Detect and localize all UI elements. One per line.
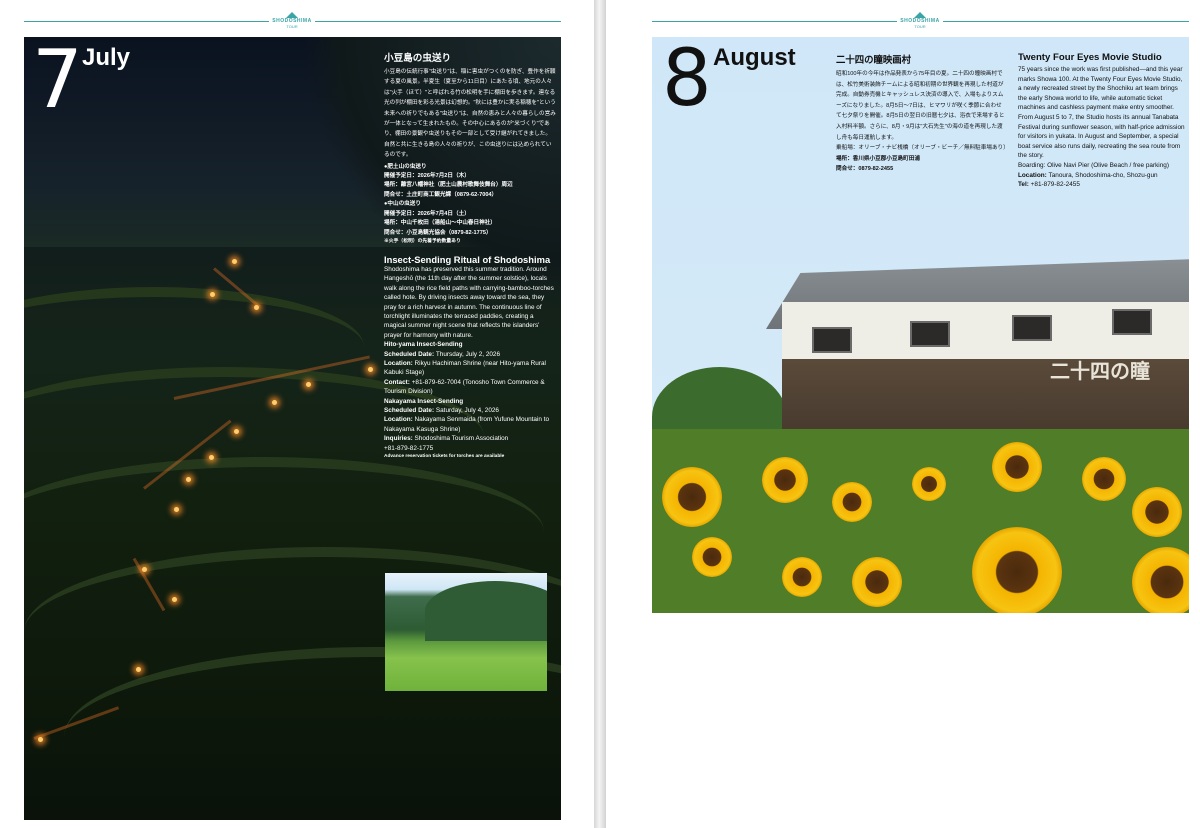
en-event-line: Location: Rikyu Hachiman Shrine (near Hi… <box>384 359 546 377</box>
august-article-jp: 二十四の瞳映画村 昭和100年の今年は作品発表から75年目の夏。二十四の瞳映画村… <box>836 52 1009 175</box>
en-title: Insect-Sending Ritual of Shodoshima <box>384 253 551 265</box>
en-event-line: Scheduled Date: Saturday, July 4, 2026 <box>384 407 499 414</box>
en-event-line: Location: Nakayama Senmaida (from Yufune… <box>384 416 550 433</box>
en-note: Advance reservation tickets for torches … <box>384 454 505 460</box>
en-event-line: +81-879-82-1775 <box>384 444 434 452</box>
month-name: August <box>713 44 796 71</box>
jp-event-line: 場所：離宮八幡神社（肥土山農村歌舞伎舞台）周辺 <box>384 182 513 189</box>
en-body: 75 years since the work was first publis… <box>1018 66 1183 112</box>
jp-contact: 問合せ：0879-82-2455 <box>836 166 894 173</box>
header-rule: SHODOSHIMA TOUR <box>652 12 1189 34</box>
august-article-en: Twenty Four Eyes Movie Studio 75 years s… <box>1018 52 1186 190</box>
en-events: Hito-yama Insect-Sending Scheduled Date:… <box>384 340 556 453</box>
jp-event-line: 問合せ：土庄町商工観光課（0879-62-7004） <box>384 191 498 198</box>
jp-event-line: 場所：中山千枚田（湯船山〜中山春日神社） <box>384 220 496 227</box>
left-page: SHODOSHIMA TOUR 7 July 小豆島の虫送り 小豆島の伝統行事"… <box>0 0 594 828</box>
en-event-line: Hito-yama Insect-Sending <box>384 341 463 349</box>
en-location: Location: Tanoura, Shodoshima-cho, Shozu… <box>1018 171 1158 179</box>
jp-event-note: ※火手（松明）の先着予約数量あり <box>384 238 461 244</box>
brand-logo: SHODOSHIMA TOUR <box>897 12 943 29</box>
jp-event-line: ●肥土山の虫送り <box>384 163 427 170</box>
brand-logo: SHODOSHIMA TOUR <box>269 12 315 29</box>
en-body: Shodoshima has preserved this summer tra… <box>384 265 554 339</box>
jp-place: 場所：香川県小豆郡小豆島町田浦 <box>836 155 920 162</box>
jp-access: 乗船場：オリーブ・ナビ桟橋（オリーブ・ビーチ／無料駐車場あり） <box>836 145 1009 152</box>
jp-body: 昭和100年の今年は作品発表から75年目の夏。二十四の瞳映画村では、松竹美術装飾… <box>836 71 1005 141</box>
studio-sign: 二十四の瞳 <box>1050 359 1150 383</box>
en-event-line: Nakayama Insect-Sending <box>384 397 464 405</box>
month-number: 8 <box>662 34 712 124</box>
july-article: 小豆島の虫送り 小豆島の伝統行事"虫送り"は、稲に害虫がつくのを防ぎ、豊作を祈願… <box>384 50 556 461</box>
jp-event-line: 問合せ：小豆島観光協会（0879-82-1775） <box>384 229 492 236</box>
en-tel: Tel: +81-879-82-2455 <box>1018 181 1080 189</box>
en-event-line: Contact: +81-879-62-7004 (Tonosho Town C… <box>384 378 545 396</box>
en-title: Twenty Four Eyes Movie Studio <box>1018 52 1162 63</box>
jp-title: 小豆島の虫送り <box>384 53 452 64</box>
en-event-line: Scheduled Date: Thursday, July 2, 2026 <box>384 350 501 358</box>
month-number: 7 <box>32 33 83 126</box>
en-body: From August 5 to 7, the Studio hosts its… <box>1018 113 1185 160</box>
jp-events: ●肥土山の虫送り 開催予定日：2026年7月2日（木） 場所：離宮八幡神社（肥土… <box>384 163 556 246</box>
jp-body: 小豆島の伝統行事"虫送り"は、稲に害虫がつくのを防ぎ、豊作を祈願する夏の風景。半… <box>384 69 556 159</box>
jp-event-line: ●中山の虫送り <box>384 201 421 208</box>
jp-event-line: 開催予定日：2026年7月4日（土） <box>384 210 470 217</box>
header-rule: SHODOSHIMA TOUR <box>24 12 561 34</box>
jp-event-line: 開催予定日：2026年7月2日（木） <box>384 173 470 180</box>
en-boarding: Boarding: Olive Navi Pier (Olive Beach /… <box>1018 161 1169 169</box>
book-gutter <box>594 0 606 828</box>
jp-title: 二十四の瞳映画村 <box>836 54 912 65</box>
month-name: July <box>82 44 131 71</box>
rice-field-inset-photo <box>385 573 547 691</box>
en-event-line: Inquiries: Shodoshima Tourism Associatio… <box>384 435 509 443</box>
